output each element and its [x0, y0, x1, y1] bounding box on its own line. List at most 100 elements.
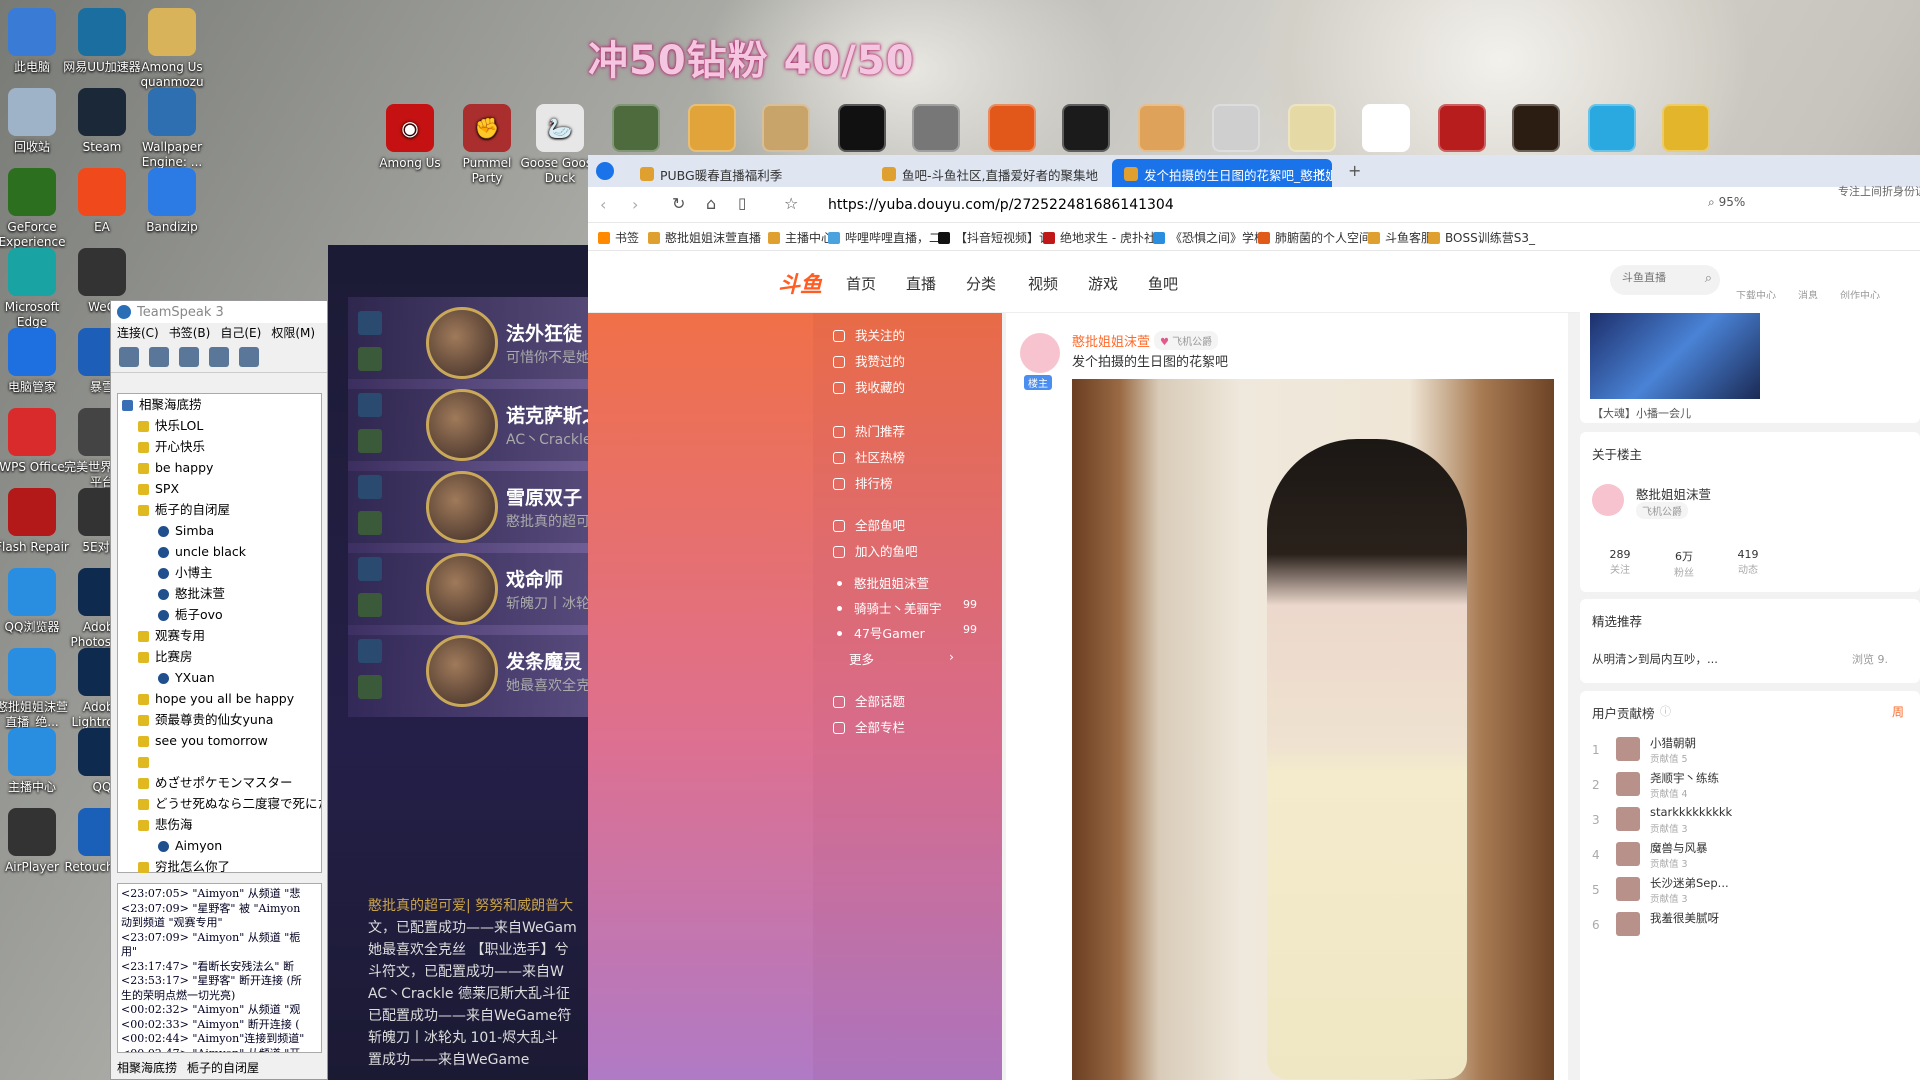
- game-icon[interactable]: [1588, 104, 1636, 152]
- channel-row[interactable]: 比赛房: [118, 646, 321, 667]
- info-icon[interactable]: ⓘ: [1660, 703, 1671, 719]
- tab-server-2[interactable]: 栀子的自闭屋: [187, 1059, 259, 1076]
- post-photo[interactable]: [1072, 379, 1554, 1080]
- tab-server-1[interactable]: 相聚海底捞: [117, 1059, 177, 1076]
- zoom-level[interactable]: ⌕ 95%: [1708, 195, 1745, 210]
- menu-item[interactable]: 全部鱼吧: [833, 515, 905, 534]
- pummel-party-shortcut[interactable]: ✊ Pummel Party: [447, 104, 527, 186]
- channel-row[interactable]: 开心快乐: [118, 436, 321, 457]
- desktop-shortcut[interactable]: 网易UU加速器: [62, 8, 142, 75]
- nier-icon[interactable]: [838, 104, 886, 152]
- user-row[interactable]: Aimyon: [118, 835, 321, 856]
- desktop-shortcut[interactable]: EA: [62, 168, 142, 235]
- desktop-shortcut[interactable]: Bandizip: [132, 168, 212, 235]
- menu-item[interactable]: 全部话题: [833, 691, 905, 710]
- search-icon[interactable]: ⌕: [1705, 271, 1712, 286]
- recommend-item[interactable]: 从明清ン到局内互吵，...: [1592, 651, 1718, 667]
- bookmark-item[interactable]: 哔哩哔哩直播，二: [828, 229, 941, 246]
- hero-card[interactable]: 诺克萨斯之手 AC丶Crackle: [348, 379, 620, 471]
- nav-yuba[interactable]: 鱼吧: [1148, 273, 1178, 294]
- menu-item[interactable]: 我关注的: [833, 325, 905, 344]
- nav-live[interactable]: 直播: [906, 273, 936, 294]
- server-row[interactable]: 相聚海底捞: [118, 394, 321, 415]
- channel-row[interactable]: 穷批怎么你了: [118, 856, 321, 877]
- game-icon[interactable]: [1062, 104, 1110, 152]
- among-us-shortcut[interactable]: ◉ Among Us: [370, 104, 450, 171]
- menu-self[interactable]: 自己(E): [220, 324, 261, 342]
- owner-name[interactable]: 憨批姐姐沫萱: [1636, 484, 1711, 503]
- hero-card[interactable]: 发条魔灵 她最喜欢全克: [348, 625, 590, 717]
- user-row[interactable]: Simba: [118, 520, 321, 541]
- author-avatar[interactable]: [1020, 333, 1060, 373]
- hero-card[interactable]: 法外狂徒 可惜你不是她: [348, 297, 590, 389]
- stat-item[interactable]: 419 动态: [1728, 548, 1768, 576]
- channel-row[interactable]: 颈最尊贵的仙女yuna: [118, 709, 321, 730]
- back-icon[interactable]: ‹: [600, 195, 606, 214]
- bookmark-item[interactable]: 书签: [598, 229, 639, 246]
- game-icon[interactable]: [912, 104, 960, 152]
- more-link[interactable]: 更多 ›: [849, 649, 954, 668]
- contributor-row[interactable]: 2 尧顺宇丶练练 贡献值 4: [1580, 768, 1920, 802]
- away-icon[interactable]: [239, 347, 259, 367]
- contributor-row[interactable]: 6 我羞很美腻呀: [1580, 908, 1920, 942]
- bookmark-item[interactable]: 绝地求生 - 虎扑社: [1043, 229, 1156, 246]
- live-card[interactable]: 【大魂】小播一会儿: [1580, 299, 1920, 423]
- desktop-shortcut[interactable]: Among Us quanmozu: [132, 8, 212, 90]
- game-icon[interactable]: [1438, 104, 1486, 152]
- channel-row[interactable]: 观赛专用: [118, 625, 321, 646]
- channel-row[interactable]: めざせポケモンマスター: [118, 772, 321, 793]
- bookmark-item[interactable]: 《恐惧之间》学校: [1153, 229, 1266, 246]
- nav-video[interactable]: 视频: [1028, 273, 1058, 294]
- contributor-row[interactable]: 1 小猎朝朝 贡献值 5: [1580, 733, 1920, 767]
- refresh-icon[interactable]: ↻: [672, 194, 685, 213]
- nav-home[interactable]: 首页: [846, 273, 876, 294]
- game-icon[interactable]: [612, 104, 660, 152]
- bookmark-item[interactable]: BOSS训练营S3_: [1428, 229, 1535, 246]
- connect-icon[interactable]: [119, 347, 139, 367]
- menu-item[interactable]: 热门推荐: [833, 421, 905, 440]
- menu-item[interactable]: 社区热榜: [833, 447, 905, 466]
- game-icon[interactable]: [1662, 104, 1710, 152]
- rockstar-icon[interactable]: [1362, 104, 1410, 152]
- yuba-item[interactable]: 47号Gamer 99: [833, 623, 977, 642]
- bookmark-item[interactable]: 斗鱼客服: [1368, 229, 1433, 246]
- hero-card[interactable]: 雪原双子 憨批真的超可爱: [348, 461, 604, 553]
- channel-row[interactable]: 悲伤海: [118, 814, 321, 835]
- channel-row[interactable]: 栀子的自闭屋: [118, 499, 321, 520]
- mute-mic-icon[interactable]: [179, 347, 199, 367]
- menu-item[interactable]: 全部专栏: [833, 717, 905, 736]
- tab-pubg[interactable]: PUBG暖春直播福利季: [628, 159, 858, 187]
- desktop-shortcut[interactable]: Steam: [62, 88, 142, 155]
- user-row[interactable]: YXuan: [118, 667, 321, 688]
- nav-game[interactable]: 游戏: [1088, 273, 1118, 294]
- channel-row[interactable]: see you tomorrow: [118, 730, 321, 751]
- game-icon[interactable]: [1512, 104, 1560, 152]
- star-icon[interactable]: ☆: [784, 194, 798, 213]
- tab-week[interactable]: 周: [1892, 703, 1904, 720]
- close-tab-icon[interactable]: ✕: [1316, 165, 1326, 180]
- game-icon[interactable]: [1288, 104, 1336, 152]
- user-row[interactable]: 栀子ovo: [118, 604, 321, 625]
- overwatch-icon[interactable]: [1138, 104, 1186, 152]
- channel-row[interactable]: hope you all be happy: [118, 688, 321, 709]
- channel-row[interactable]: SPX: [118, 478, 321, 499]
- menu-bookmarks[interactable]: 书签(B): [169, 324, 211, 342]
- contributor-row[interactable]: 3 starkkkkkkkkk 贡献值 3: [1580, 803, 1920, 837]
- yuba-item[interactable]: 憨批姐姐沫萱: [833, 573, 929, 592]
- owner-avatar[interactable]: [1592, 484, 1624, 516]
- channel-row[interactable]: be happy: [118, 457, 321, 478]
- search-input[interactable]: [1622, 272, 1702, 284]
- menu-item[interactable]: 我赞过的: [833, 351, 905, 370]
- mute-speaker-icon[interactable]: [209, 347, 229, 367]
- menu-item[interactable]: 排行榜: [833, 473, 893, 492]
- game-icon[interactable]: [988, 104, 1036, 152]
- stat-item[interactable]: 6万 粉丝: [1664, 548, 1704, 579]
- stat-item[interactable]: 289 关注: [1600, 548, 1640, 576]
- user-row[interactable]: 小博主: [118, 562, 321, 583]
- game-icon[interactable]: [762, 104, 810, 152]
- bookmark-item[interactable]: 主播中心: [768, 229, 833, 246]
- tab-post-active[interactable]: 发个拍摄的生日图的花絮吧_憨批姐 ✕: [1112, 159, 1332, 187]
- desktop-shortcut[interactable]: Wallpaper Engine: ...: [132, 88, 212, 170]
- url-field[interactable]: https://yuba.douyu.com/p/272522481686141…: [828, 197, 1174, 213]
- forward-icon[interactable]: ›: [632, 195, 638, 214]
